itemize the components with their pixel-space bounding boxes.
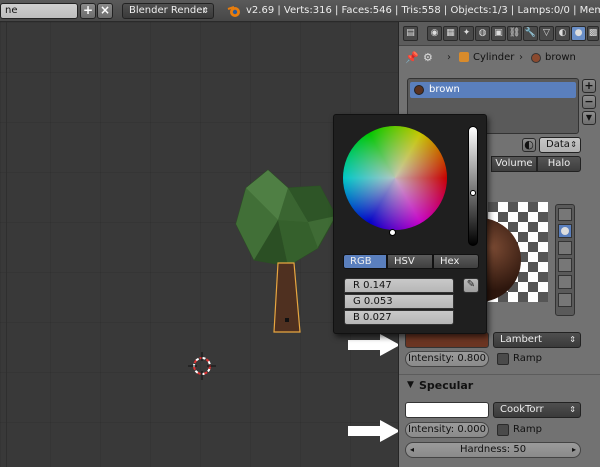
breadcrumb-object: Cylinder [473,52,515,63]
diffuse-color-swatch[interactable] [405,332,489,348]
red-channel-field[interactable]: R 0.147 [344,278,454,293]
annotation-arrow-specular-icon [348,420,400,442]
physics-tab-icon[interactable]: ◐ [555,26,570,41]
breadcrumb-material: brown [545,52,576,63]
scene-tab-icon[interactable]: ✦ [459,26,474,41]
diffuse-ramp-label: Ramp [513,353,542,364]
preview-cube-icon[interactable] [558,241,572,255]
tab-volume[interactable]: Volume [491,156,537,172]
color-wheel-marker[interactable] [389,229,396,236]
properties-context-tabs: ▤ ◉ ▦ ✦ ◍ ▣ ⛓ 🔧 ▽ ◐ ● ▩ [399,22,600,46]
preview-sky-icon[interactable] [558,293,572,307]
blender-logo-icon [227,6,240,17]
collapse-arrow-icon[interactable]: ▼ [407,380,414,390]
mode-hsv-button[interactable]: HSV [387,254,433,269]
tab-halo[interactable]: Halo [537,156,581,172]
diffuse-shader-label: Lambert [500,334,542,345]
constraints-tab-icon[interactable]: ⛓ [507,26,522,41]
scene-name-field[interactable]: ne [0,3,78,19]
diffuse-ramp-checkbox[interactable] [497,353,509,365]
tree-model[interactable] [232,168,342,338]
data-link-label: Data [546,139,570,150]
value-slider-handle[interactable] [470,190,476,196]
specular-shader-label: CookTorr [500,404,544,415]
material-tab-icon[interactable]: ● [571,26,586,41]
editor-type-icon[interactable]: ▤ [403,26,418,41]
specular-ramp-checkbox[interactable] [497,424,509,436]
slot-specials-button[interactable]: ▼ [582,111,596,125]
material-slot-row[interactable]: brown [410,82,576,98]
eyedropper-icon[interactable]: ✎ [463,278,479,293]
add-material-slot-button[interactable]: + [582,79,596,93]
hardness-label: Hardness: 50 [459,444,527,455]
annotation-arrow-diffuse-icon [348,334,400,356]
scene-stats: v2.69 | Verts:316 | Faces:546 | Tris:558… [246,5,600,16]
breadcrumb-separator-icon: › [447,52,451,63]
render-tab-icon[interactable]: ◉ [427,26,442,41]
preview-sphere-icon[interactable] [558,224,572,238]
color-wheel-shade [343,126,447,230]
diffuse-shader-dropdown[interactable]: Lambert ⇕ [493,332,581,348]
info-header: ne + × Blender Render ⇕ v2.69 | Verts:31… [0,0,600,22]
layers-tab-icon[interactable]: ▦ [443,26,458,41]
breadcrumb-separator-icon: › [519,52,523,63]
object-tab-icon[interactable]: ▣ [491,26,506,41]
specular-intensity-field[interactable]: Intensity: 0.000 [405,422,489,438]
browse-material-icon[interactable]: ◐ [522,138,536,152]
data-link-dropdown[interactable]: Data ⇕ [539,137,581,153]
green-channel-field[interactable]: G 0.053 [344,294,454,309]
pin-icon[interactable]: 📌 [405,51,419,64]
diffuse-intensity-field[interactable]: Intensity: 0.800 [405,351,489,367]
preview-monkey-icon[interactable] [558,258,572,272]
dropdown-arrows-icon: ⇕ [569,335,576,344]
texture-tab-icon[interactable]: ▩ [587,26,599,41]
dropdown-arrows-icon: ⇕ [569,405,576,414]
material-slot-name: brown [429,84,460,95]
dropdown-arrows-icon: ⇕ [202,6,209,15]
render-engine-label: Blender Render [129,5,207,16]
remove-material-slot-button[interactable]: − [582,95,596,109]
data-tab-icon[interactable]: ▽ [539,26,554,41]
panel-divider [399,374,600,375]
preview-type-strip [555,204,575,316]
add-scene-icon[interactable]: + [80,3,96,19]
breadcrumb: 📌 ⚙ › Cylinder › brown [403,50,599,66]
specular-panel-header[interactable]: Specular [419,379,473,392]
specular-ramp-label: Ramp [513,424,542,435]
3d-cursor-icon[interactable] [188,352,216,380]
material-icon [531,53,541,63]
mesh-object-icon [459,52,469,62]
dropdown-arrows-icon: ⇕ [570,140,577,149]
decrement-arrow-icon[interactable]: ◂ [410,443,414,457]
hardness-field[interactable]: ◂ Hardness: 50 ▸ [405,442,581,458]
specular-color-swatch[interactable] [405,402,489,418]
specular-shader-dropdown[interactable]: CookTorr ⇕ [493,402,581,418]
mode-hex-button[interactable]: Hex [433,254,479,269]
context-icon: ⚙ [423,51,433,64]
value-slider[interactable] [468,126,478,246]
viewport-divider [6,22,7,467]
preview-hair-icon[interactable] [558,275,572,289]
blue-channel-field[interactable]: B 0.027 [344,310,454,325]
render-engine-dropdown[interactable]: Blender Render ⇕ [122,3,214,19]
world-tab-icon[interactable]: ◍ [475,26,490,41]
color-picker-popup: RGB HSV Hex R 0.147 G 0.053 B 0.027 ✎ [333,114,487,334]
mode-rgb-button[interactable]: RGB [343,254,387,269]
material-slot-swatch [414,85,424,95]
modifiers-tab-icon[interactable]: 🔧 [523,26,538,41]
increment-arrow-icon[interactable]: ▸ [572,443,576,457]
remove-scene-icon[interactable]: × [97,3,113,19]
preview-flat-icon[interactable] [558,208,572,221]
